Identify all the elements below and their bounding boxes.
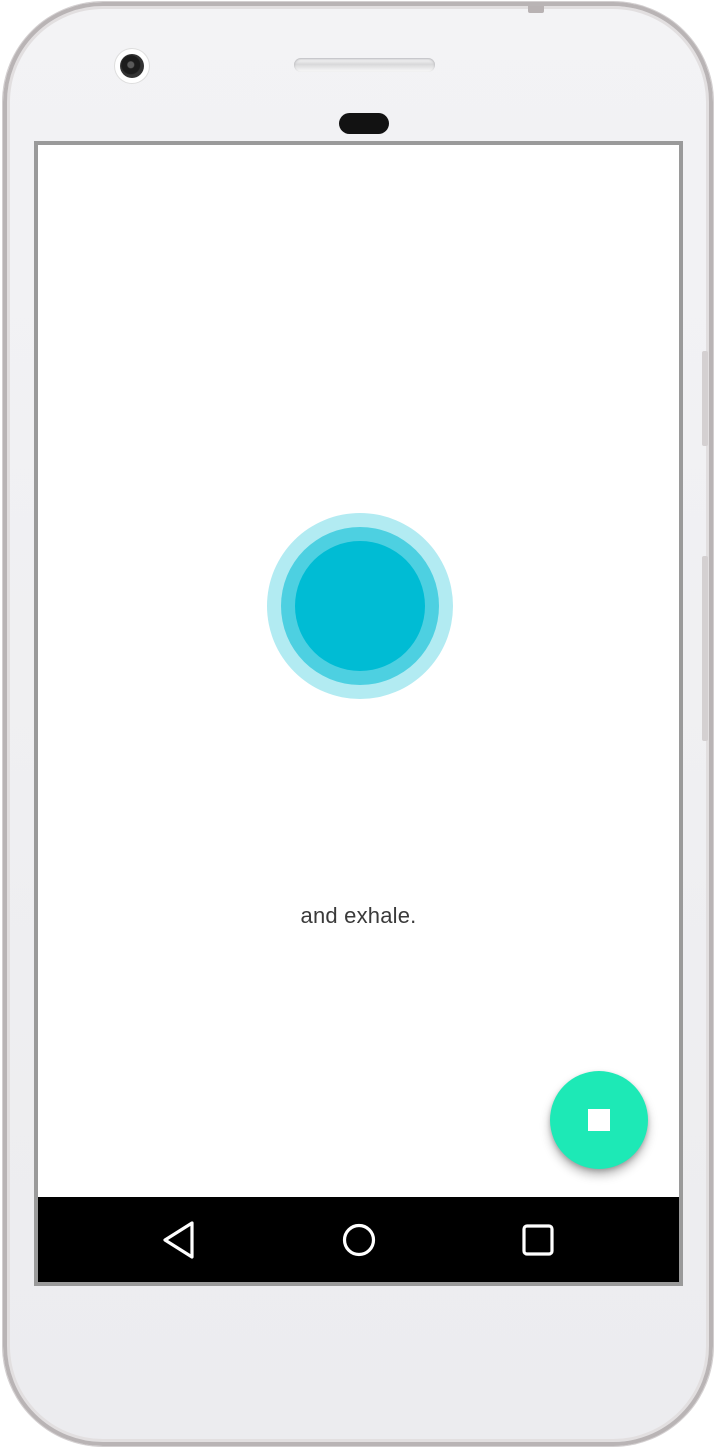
home-circle-icon <box>342 1223 376 1257</box>
nav-recents-button[interactable] <box>513 1215 563 1265</box>
volume-button <box>702 556 708 741</box>
back-triangle-icon <box>163 1221 194 1259</box>
breathing-circle-outer <box>267 513 453 699</box>
earpiece-speaker <box>294 58 435 72</box>
app-screen: and exhale. <box>34 141 683 1286</box>
breathing-circle-inner <box>295 541 425 671</box>
breathing-instruction-text: and exhale. <box>300 903 417 928</box>
breathing-circle-middle <box>281 527 439 685</box>
proximity-sensor <box>339 113 389 134</box>
power-button <box>702 351 708 446</box>
nav-back-button[interactable] <box>155 1215 205 1265</box>
recents-square-icon <box>522 1224 554 1256</box>
top-edge-button <box>528 6 544 13</box>
front-camera-icon <box>115 49 149 83</box>
stop-icon <box>588 1109 610 1131</box>
navigation-bar <box>38 1197 679 1282</box>
stop-button[interactable] <box>550 1071 648 1169</box>
nav-home-button[interactable] <box>334 1215 384 1265</box>
